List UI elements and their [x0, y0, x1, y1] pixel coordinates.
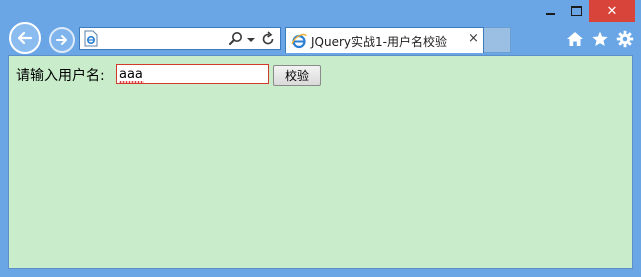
minimize-button[interactable] [537, 0, 563, 22]
address-bar[interactable] [79, 27, 281, 50]
gear-icon[interactable] [616, 30, 634, 48]
star-icon[interactable] [591, 30, 609, 48]
home-icon[interactable] [566, 30, 584, 48]
tab-close-icon[interactable]: × [468, 31, 479, 46]
tab-current-page[interactable]: JQuery实战1-用户名校验 × [285, 27, 484, 53]
forward-button[interactable] [49, 27, 75, 53]
back-arrow-icon [17, 31, 33, 45]
maximize-button[interactable] [563, 0, 589, 22]
page-content: 请输入用户名: 校验 [8, 55, 633, 269]
close-window-button[interactable]: ✕ [589, 0, 635, 22]
minimize-icon [545, 13, 555, 15]
maximize-icon [570, 6, 582, 16]
back-button[interactable] [9, 22, 41, 54]
refresh-icon[interactable] [260, 31, 276, 47]
ie-page-icon [84, 30, 98, 47]
validate-button[interactable]: 校验 [273, 65, 321, 86]
forward-arrow-icon [56, 35, 67, 45]
new-tab-button[interactable] [484, 27, 511, 53]
search-icon[interactable] [228, 31, 244, 47]
tab-title: JQuery实战1-用户名校验 [311, 35, 447, 49]
ie-logo-icon [291, 33, 307, 49]
close-icon: ✕ [606, 3, 618, 19]
chevron-down-icon[interactable] [246, 31, 256, 47]
username-label: 请输入用户名: [16, 68, 105, 84]
spellcheck-underline [119, 81, 144, 83]
browser-window: ✕ JQuery实战1-用户名校验 × 请输入用户名: aaa 校验 [0, 0, 641, 277]
